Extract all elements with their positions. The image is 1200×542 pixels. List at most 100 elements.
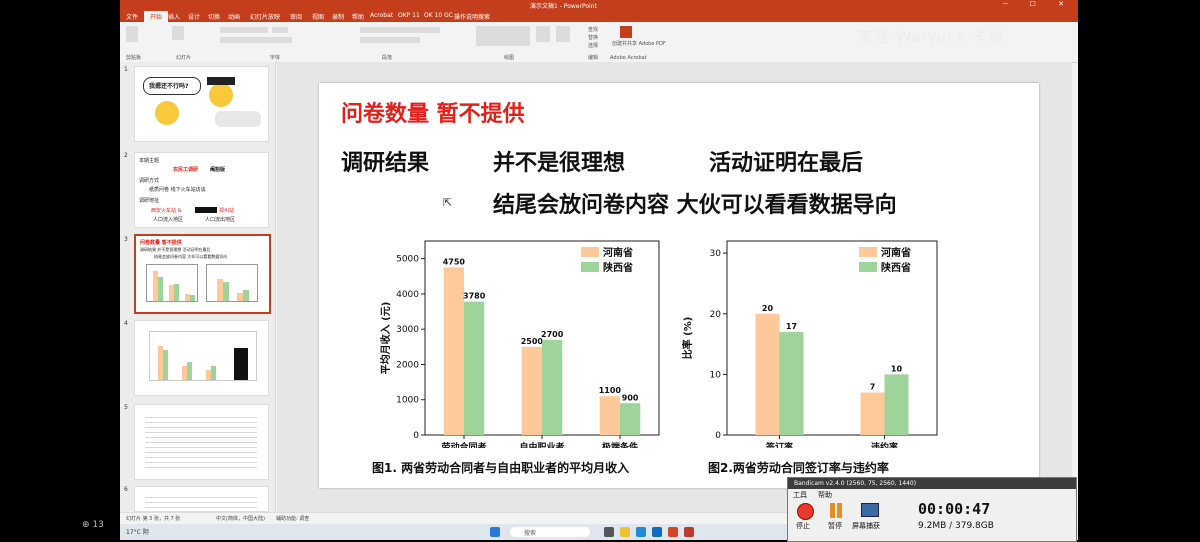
new-slide-icon[interactable] <box>172 26 184 40</box>
slide-text-ending[interactable]: 结尾会放问卷内容 大伙可以看看数据导向 <box>493 187 897 219</box>
font-size-box[interactable] <box>272 27 288 33</box>
menu-design[interactable]: 设计 <box>188 12 200 21</box>
weather-widget[interactable]: 17°C 阴 <box>126 527 149 536</box>
bar-shaanxi <box>464 301 485 435</box>
window-controls[interactable]: ─ ☐ ✕ <box>1003 0 1074 8</box>
group-editing: 编辑 <box>588 55 599 61</box>
font-name-box[interactable] <box>220 27 268 33</box>
language-indicator[interactable]: 中文(简体，中国大陆) <box>216 515 265 522</box>
chart2-caption: 图2.两省劳动合同签订率与违约率 <box>708 461 889 475</box>
window-title: 演示文稿1 - PowerPoint <box>530 3 597 10</box>
menu-record[interactable]: 录制 <box>332 12 344 21</box>
mail-icon[interactable] <box>652 527 662 537</box>
replace-button[interactable]: 替换 <box>588 34 598 41</box>
acrobat-label: 创建并共享 Adobe PDF <box>612 41 666 47</box>
start-icon[interactable] <box>490 527 500 537</box>
menu-okp[interactable]: OKP 11 <box>398 12 420 19</box>
bandicam-menu-help[interactable]: 帮助 <box>818 490 832 500</box>
menu-file[interactable]: 文件 <box>126 12 138 21</box>
font-format-buttons[interactable] <box>220 37 292 43</box>
thumbnail-slide-2[interactable]: 本期主题 农民工调研 阉割版 调研方式 纸质问卷 线下火车站访谈 调研地址 西安… <box>134 152 269 228</box>
slide-text-proof[interactable]: 活动证明在最后 <box>709 145 863 177</box>
thumb-text: 人口流出地区 <box>205 217 236 223</box>
select-button[interactable]: 选择 <box>588 42 598 49</box>
legend-label: 河南省 <box>881 246 911 259</box>
taskbar-search[interactable]: 搜索 <box>510 527 590 537</box>
paragraph-buttons[interactable] <box>360 27 440 33</box>
text-lines <box>145 493 257 509</box>
thumbnail-slide-3[interactable]: 问卷数量 暂不提供 调研结果 并不是很理想 活动证明在最后 结尾会放问卷内容 大… <box>134 234 271 314</box>
shapes-gallery[interactable] <box>476 26 530 46</box>
redaction-block <box>195 207 217 213</box>
pause-icon[interactable] <box>828 503 844 518</box>
task-view-icon[interactable] <box>604 527 614 537</box>
powerpoint-window: 演示文稿1 - PowerPoint ─ ☐ ✕ 文件 开始 插入 设计 切换 … <box>120 0 1078 540</box>
bar-henan <box>443 267 464 435</box>
menu-home[interactable]: 开始 <box>144 11 169 22</box>
data-label: 900 <box>622 393 639 402</box>
bandicam-taskbar-icon[interactable] <box>684 527 694 537</box>
menu-insert[interactable]: 插入 <box>168 12 180 21</box>
stop-record-icon[interactable] <box>797 503 814 520</box>
tell-me-search[interactable]: 操作说明搜索 <box>454 12 490 21</box>
bar-henan <box>599 396 620 435</box>
thumb-text: 人口流入地区 <box>153 217 184 223</box>
menu-bar: 文件 开始 插入 设计 切换 动画 幻灯片放映 审阅 视图 录制 帮助 Acro… <box>120 10 1078 22</box>
thumbnail-slide-4[interactable] <box>134 320 269 396</box>
thumbnail-slide-6[interactable] <box>134 486 269 512</box>
menu-transitions[interactable]: 切换 <box>208 12 220 21</box>
stop-button[interactable]: 停止 <box>796 521 810 531</box>
mouse-cursor-icon: ⇱ <box>443 196 453 209</box>
y-axis-label: 比率 (%) <box>681 317 694 360</box>
video-watermark: 某登-Warwick 卡城 <box>858 28 1004 46</box>
slide-editor-canvas[interactable]: 问卷数量 暂不提供 调研结果 并不是很理想 活动证明在最后 结尾会放问卷内容 大… <box>277 62 1072 512</box>
file-explorer-icon[interactable] <box>620 527 630 537</box>
y-tick-label: 20 <box>710 310 722 320</box>
chart-income[interactable]: 0 1000 2000 3000 4000 5000 劳动合同者 4750 3780 自由职业者 2… <box>359 233 679 448</box>
arrange-icon[interactable] <box>536 26 550 42</box>
menu-view[interactable]: 视图 <box>312 12 324 21</box>
quick-styles-icon[interactable] <box>556 26 570 42</box>
thumb-text: 调研结果 并不是很理想 活动证明在最后 <box>140 247 211 252</box>
menu-acrobat[interactable]: Acrobat <box>370 12 393 19</box>
bandicam-title: Bandicam v2.4.0 (2560, 75, 2560, 1440) <box>794 480 917 487</box>
paste-icon[interactable] <box>126 26 138 42</box>
y-tick-label: 30 <box>710 249 722 259</box>
thumb-text: 结尾会放问卷内容 大伙可以看看数据导向 <box>154 254 228 259</box>
align-buttons[interactable] <box>360 37 420 43</box>
thumb-text: 纸质问卷 线下火车站访谈 <box>149 187 206 193</box>
slide-text-results[interactable]: 调研结果 <box>341 145 429 177</box>
pause-button[interactable]: 暂停 <box>828 521 842 531</box>
slide-thumbnail-pane: 1 我摁还不行吗? 2 本期主题 农民工调研 阉割版 调研方式 纸质问卷 线下火… <box>120 62 276 512</box>
thumb-number: 1 <box>124 66 128 73</box>
slide-text-not-ideal[interactable]: 并不是很理想 <box>493 145 625 177</box>
slide-title[interactable]: 问卷数量 暂不提供 <box>341 96 525 128</box>
powerpoint-taskbar-icon[interactable] <box>668 527 678 537</box>
edge-icon[interactable] <box>636 527 646 537</box>
record-file-size: 9.2MB / 379.8GB <box>918 521 994 531</box>
data-label: 20 <box>762 304 774 313</box>
accessibility-indicator[interactable]: 辅助功能: 调查 <box>276 515 309 522</box>
find-button[interactable]: 查找 <box>588 26 598 33</box>
bar-shaanxi <box>542 339 563 435</box>
bar-shaanxi <box>884 374 909 435</box>
menu-slideshow[interactable]: 幻灯片放映 <box>250 12 280 21</box>
bar-shaanxi <box>779 331 804 435</box>
menu-review[interactable]: 审阅 <box>290 12 302 21</box>
acrobat-pdf-icon[interactable] <box>620 26 632 38</box>
capture-button[interactable]: 屏幕捕获 <box>852 521 880 531</box>
bandicam-menu-tools[interactable]: 工具 <box>793 490 807 500</box>
legend-swatch <box>859 262 877 272</box>
slide-counter: 幻灯片 第 3 张，共 7 张 <box>126 516 181 522</box>
thumbnail-slide-1[interactable]: 我摁还不行吗? <box>134 66 269 142</box>
menu-ok10[interactable]: OK 10 GC <box>424 12 453 19</box>
menu-animations[interactable]: 动画 <box>228 12 240 21</box>
screen-capture-icon[interactable] <box>861 503 879 517</box>
thumb-text: 郑州站 <box>219 208 235 214</box>
chart-contract-rate[interactable]: 0 10 20 30 签订率 20 17 违约率 7 10 比率 (%) 河南省陕西省 <box>669 233 954 448</box>
legend-swatch <box>581 262 599 272</box>
thumbnail-slide-5[interactable] <box>134 404 269 480</box>
car-image <box>215 111 261 127</box>
menu-help[interactable]: 帮助 <box>352 12 364 21</box>
current-slide[interactable]: 问卷数量 暂不提供 调研结果 并不是很理想 活动证明在最后 结尾会放问卷内容 大… <box>319 83 1039 488</box>
